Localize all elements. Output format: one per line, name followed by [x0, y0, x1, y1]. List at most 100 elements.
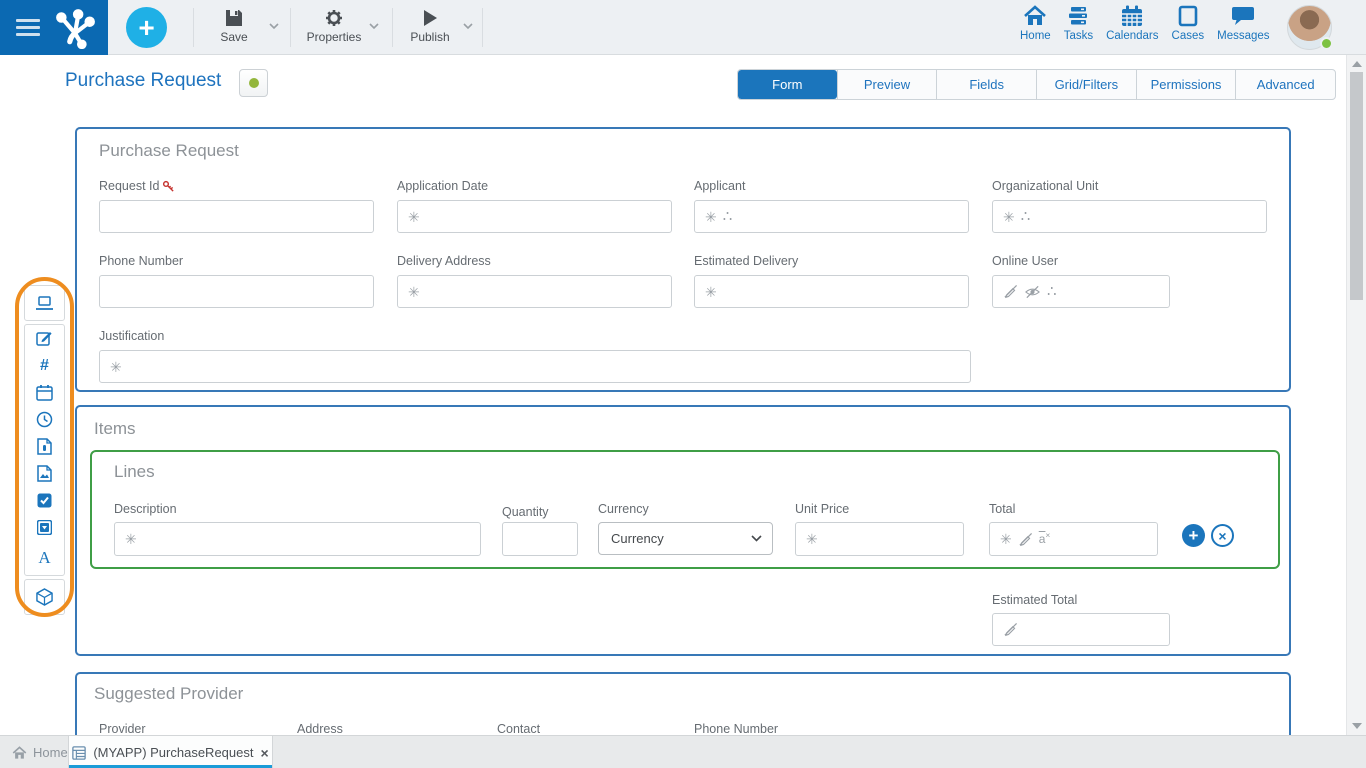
request-id-label: Request Id — [99, 179, 175, 193]
calendar-small-icon — [36, 384, 53, 401]
user-avatar[interactable] — [1287, 5, 1332, 50]
description-label: Description — [114, 502, 177, 516]
scroll-down-arrow-icon[interactable] — [1352, 723, 1362, 729]
required-asterisk-icon: ✳ — [806, 532, 818, 546]
online-user-input[interactable]: ∴ — [992, 275, 1170, 308]
toolbox-label-tool[interactable]: A — [25, 541, 64, 575]
properties-dropdown-chevron-icon[interactable] — [368, 22, 380, 30]
toolbox-group-objects — [24, 579, 65, 615]
publish-dropdown-chevron-icon[interactable] — [462, 22, 474, 30]
toolbox-date-tool[interactable] — [25, 379, 64, 406]
nav-cases-label: Cases — [1172, 30, 1205, 42]
required-asterisk-icon: ✳ — [705, 285, 717, 299]
unit-price-label: Unit Price — [795, 502, 849, 516]
toolbox-object-tool[interactable] — [25, 580, 64, 614]
delivery-address-label: Delivery Address — [397, 254, 491, 268]
tab-advanced[interactable]: Advanced — [1235, 70, 1335, 99]
open-form-tab[interactable]: (MYAPP) PurchaseRequest × — [68, 736, 273, 768]
add-new-button[interactable]: + — [126, 7, 167, 48]
save-floppy-icon — [224, 8, 244, 28]
green-status-dot-icon — [249, 78, 259, 88]
toolbox-screen-tool[interactable] — [25, 286, 64, 320]
nav-calendars[interactable]: Calendars — [1106, 5, 1158, 42]
open-form-tab-label: (MYAPP) PurchaseRequest — [93, 745, 253, 760]
tab-form[interactable]: Form — [738, 70, 837, 99]
brand-block — [0, 0, 108, 55]
nav-calendars-label: Calendars — [1106, 30, 1158, 42]
provider-label: Provider — [99, 722, 146, 736]
estimated-delivery-input[interactable]: ✳ — [694, 275, 969, 308]
pencil-slash-icon — [1003, 284, 1018, 299]
hamburger-menu-icon[interactable] — [16, 19, 40, 36]
save-button[interactable]: Save — [203, 8, 265, 44]
scroll-up-arrow-icon[interactable] — [1352, 61, 1362, 67]
close-tab-icon[interactable]: × — [260, 745, 268, 761]
properties-button[interactable]: Properties — [296, 8, 372, 44]
org-unit-input[interactable]: ✳ ∴ — [992, 200, 1267, 233]
scrollbar-thumb[interactable] — [1350, 72, 1363, 300]
home-icon — [1023, 5, 1047, 27]
save-dropdown-chevron-icon[interactable] — [268, 22, 280, 30]
delivery-address-input[interactable]: ✳ — [397, 275, 672, 308]
properties-gear-icon — [324, 8, 344, 28]
nav-home[interactable]: Home — [1020, 5, 1051, 42]
quantity-input[interactable] — [502, 522, 578, 556]
publish-play-icon — [421, 8, 439, 28]
estimated-total-input[interactable] — [992, 613, 1170, 646]
top-toolbar: + Save Properties Publish — [0, 0, 1366, 55]
tab-permissions[interactable]: Permissions — [1136, 70, 1236, 99]
toolbox-image-tool[interactable] — [25, 460, 64, 487]
pencil-slash-icon — [1003, 622, 1018, 637]
app-logo-claw-icon — [54, 7, 96, 49]
nav-cases[interactable]: Cases — [1172, 5, 1205, 42]
toolbox-number-tool[interactable]: # — [25, 352, 64, 379]
dropdown-box-icon — [37, 520, 52, 535]
currency-select[interactable]: Currency — [598, 522, 773, 555]
cube-icon — [36, 588, 53, 606]
tab-grid-filters[interactable]: Grid/Filters — [1036, 70, 1136, 99]
close-icon: × — [1218, 528, 1226, 544]
toolbox-textbox-tool[interactable] — [25, 325, 64, 352]
applicant-label: Applicant — [694, 179, 745, 193]
bottom-home-tab[interactable]: Home — [12, 736, 68, 768]
estimated-total-label: Estimated Total — [992, 593, 1077, 607]
justification-input[interactable]: ✳ — [99, 350, 971, 383]
currency-selected-value: Currency — [611, 531, 664, 546]
tab-fields[interactable]: Fields — [936, 70, 1036, 99]
nav-messages[interactable]: Messages — [1217, 5, 1269, 42]
nav-tasks-label: Tasks — [1064, 30, 1093, 42]
section-purchase-request: Purchase Request Request Id Application … — [75, 127, 1291, 392]
provider-phone-label: Phone Number — [694, 722, 778, 736]
required-asterisk-icon: ✳ — [705, 210, 717, 224]
publish-button[interactable]: Publish — [398, 8, 462, 44]
toolbox-time-tool[interactable] — [25, 406, 64, 433]
application-date-input[interactable]: ✳ — [397, 200, 672, 233]
edit-pencil-square-icon — [36, 330, 53, 347]
description-input[interactable]: ✳ — [114, 522, 481, 556]
application-date-label: Application Date — [397, 179, 488, 193]
phone-number-input[interactable] — [99, 275, 374, 308]
key-icon — [162, 180, 175, 193]
request-id-input[interactable] — [99, 200, 374, 233]
pencil-slash-icon — [1018, 532, 1033, 547]
toolbox-checkbox-tool[interactable] — [25, 487, 64, 514]
designer-tabs: Form Preview Fields Grid/Filters Permiss… — [737, 69, 1336, 100]
unit-price-input[interactable]: ✳ — [795, 522, 964, 556]
form-status-button[interactable] — [239, 69, 268, 97]
add-row-button[interactable]: + — [1182, 524, 1205, 547]
toolbox-group-device — [24, 285, 65, 321]
total-input[interactable]: ✳ a× — [989, 522, 1158, 556]
toolbox-dropdown-tool[interactable] — [25, 514, 64, 541]
delete-row-button[interactable]: × — [1211, 524, 1234, 547]
nav-tasks[interactable]: Tasks — [1064, 5, 1093, 42]
file-attachment-icon — [37, 438, 52, 455]
toolbox-file-tool[interactable] — [25, 433, 64, 460]
tab-preview[interactable]: Preview — [837, 70, 937, 99]
applicant-input[interactable]: ✳ ∴ — [694, 200, 969, 233]
vertical-scrollbar[interactable] — [1346, 55, 1366, 735]
currency-label: Currency — [598, 502, 649, 516]
home-icon — [12, 746, 27, 760]
required-asterisk-icon: ✳ — [125, 532, 137, 546]
select-chevron-icon — [751, 535, 762, 542]
publish-label: Publish — [410, 30, 449, 44]
